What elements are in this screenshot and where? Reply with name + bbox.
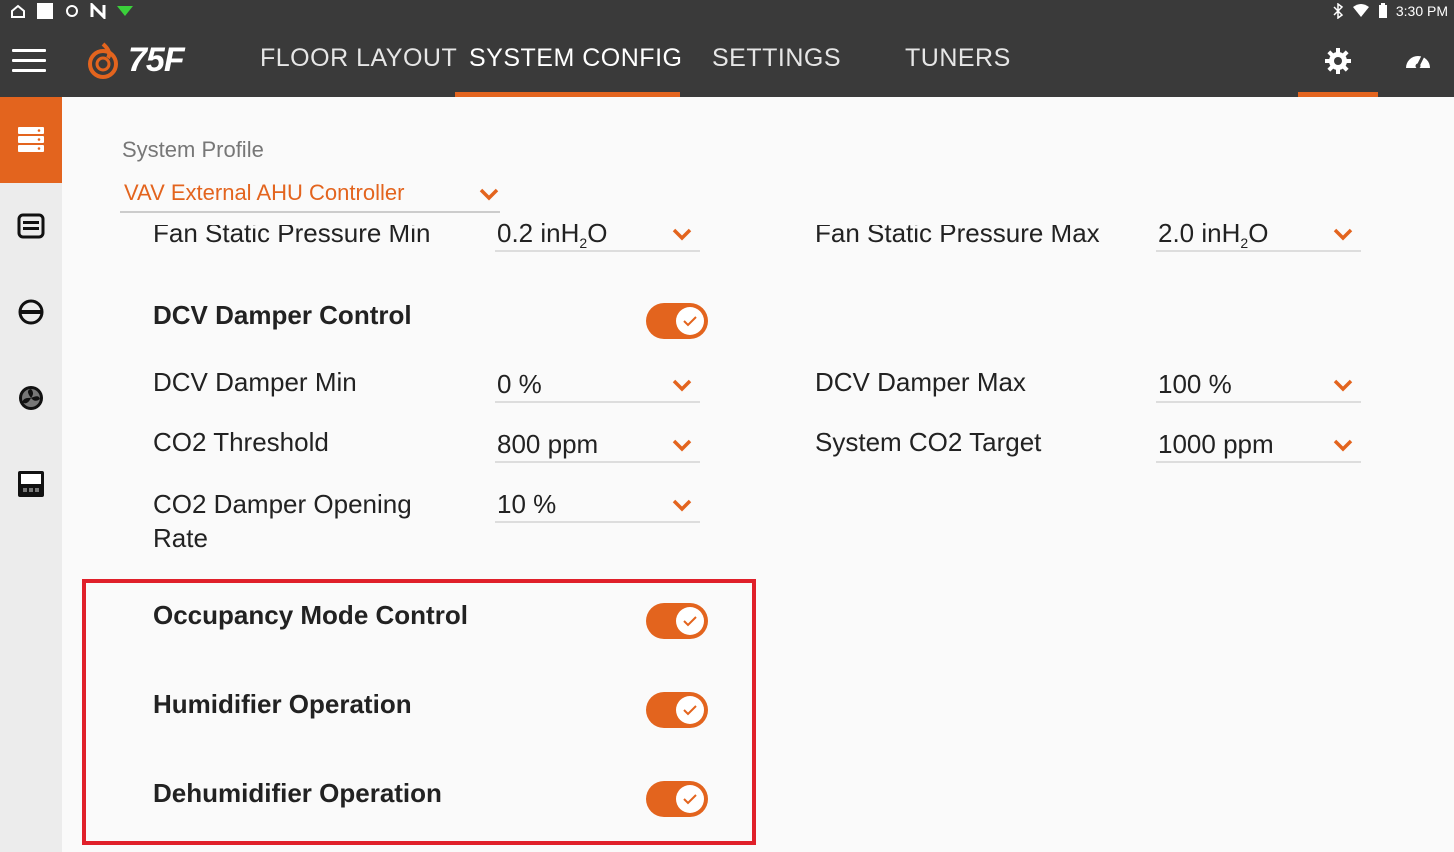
wifi-icon bbox=[1352, 4, 1369, 17]
toggle-knob bbox=[676, 307, 704, 335]
chevron-down-icon bbox=[1333, 379, 1353, 392]
tab-settings[interactable]: SETTINGS bbox=[712, 44, 841, 73]
check-icon bbox=[683, 794, 697, 805]
tab-system-config[interactable]: SYSTEM CONFIG bbox=[469, 44, 682, 73]
dashboard-gauge-icon[interactable] bbox=[1403, 46, 1433, 76]
server-stack-icon bbox=[18, 127, 44, 152]
humidifier-toggle[interactable] bbox=[646, 692, 708, 728]
fan-icon bbox=[19, 386, 43, 410]
co2-threshold-dropdown[interactable]: 800 ppm bbox=[495, 427, 700, 463]
chevron-down-icon bbox=[1333, 439, 1353, 452]
dcv-damper-max-value: 100 % bbox=[1158, 369, 1232, 399]
home-icon bbox=[11, 4, 25, 18]
brand-logo: 75F bbox=[84, 40, 185, 80]
dehumidifier-toggle[interactable] bbox=[646, 781, 708, 817]
dcv-damper-control-label: DCV Damper Control bbox=[153, 300, 412, 330]
system-co2-target-value: 1000 ppm bbox=[1158, 429, 1274, 459]
co2-threshold-value: 800 ppm bbox=[497, 429, 599, 459]
tab-tuners[interactable]: TUNERS bbox=[905, 44, 1011, 73]
chevron-down-icon bbox=[672, 499, 692, 512]
toggle-knob bbox=[676, 785, 704, 813]
system-co2-target-dropdown[interactable]: 1000 ppm bbox=[1156, 427, 1361, 463]
system-config-content: System Profile VAV External AHU Controll… bbox=[62, 97, 1454, 852]
occupancy-mode-label: Occupancy Mode Control bbox=[153, 600, 468, 630]
status-bar: 3:30 PM bbox=[0, 0, 1454, 24]
fan-static-min-label: Fan Static Pressure Min bbox=[153, 218, 431, 248]
damper-icon bbox=[18, 299, 44, 325]
flame-logo-icon bbox=[88, 42, 118, 79]
fan-static-max-value: 2.0 inH2O bbox=[1158, 218, 1269, 252]
chevron-down-icon bbox=[479, 188, 499, 201]
dcv-damper-min-label: DCV Damper Min bbox=[153, 367, 357, 397]
controller-box-icon bbox=[18, 471, 44, 497]
dcv-damper-min-value: 0 % bbox=[497, 369, 542, 399]
co2-opening-rate-label: CO2 Damper Opening Rate bbox=[153, 487, 412, 555]
left-rail bbox=[0, 97, 62, 852]
chevron-down-icon bbox=[672, 439, 692, 452]
rail-item-controller[interactable] bbox=[0, 441, 62, 527]
dcv-damper-max-label: DCV Damper Max bbox=[815, 367, 1026, 397]
menu-icon[interactable] bbox=[12, 49, 46, 73]
humidifier-label: Humidifier Operation bbox=[153, 689, 412, 719]
dcv-damper-max-dropdown[interactable]: 100 % bbox=[1156, 367, 1361, 403]
rail-item-equipment[interactable] bbox=[0, 183, 62, 269]
logo-text: 75F bbox=[128, 40, 185, 79]
rail-item-system-profile[interactable] bbox=[0, 97, 62, 183]
dehumidifier-label: Dehumidifier Operation bbox=[153, 778, 442, 808]
rail-item-damper[interactable] bbox=[0, 269, 62, 355]
system-co2-target-label: System CO2 Target bbox=[815, 427, 1042, 457]
toggle-knob bbox=[676, 607, 704, 635]
fan-static-max-dropdown[interactable]: 2.0 inH2O bbox=[1156, 218, 1361, 252]
co2-opening-rate-label-line2: Rate bbox=[153, 523, 208, 553]
top-navigation: 75F FLOOR LAYOUT SYSTEM CONFIG SETTINGS … bbox=[0, 24, 1454, 97]
check-icon bbox=[683, 705, 697, 716]
square-icon bbox=[37, 3, 53, 19]
battery-icon bbox=[1378, 3, 1387, 18]
co2-opening-rate-value: 10 % bbox=[497, 489, 557, 519]
nfc-icon bbox=[90, 3, 106, 19]
download-icon bbox=[117, 6, 133, 16]
status-time: 3:30 PM bbox=[1395, 3, 1448, 19]
status-icons-left bbox=[10, 2, 134, 20]
gear-icon[interactable] bbox=[1323, 46, 1353, 76]
fan-static-max-label: Fan Static Pressure Max bbox=[815, 218, 1100, 248]
chevron-down-icon bbox=[672, 228, 692, 241]
dcv-damper-min-dropdown[interactable]: 0 % bbox=[495, 367, 700, 403]
toggle-knob bbox=[676, 696, 704, 724]
fan-static-min-value: 0.2 inH2O bbox=[497, 218, 608, 252]
bluetooth-icon bbox=[1333, 3, 1344, 19]
rail-item-fan[interactable] bbox=[0, 355, 62, 441]
check-icon bbox=[683, 316, 697, 327]
chevron-down-icon bbox=[1333, 228, 1353, 241]
system-profile-value: VAV External AHU Controller bbox=[124, 180, 405, 205]
system-profile-label: System Profile bbox=[122, 137, 264, 162]
status-icons-right: 3:30 PM bbox=[1332, 3, 1448, 19]
dcv-damper-control-toggle[interactable] bbox=[646, 303, 708, 339]
system-profile-dropdown[interactable]: VAV External AHU Controller bbox=[120, 177, 500, 213]
occupancy-mode-toggle[interactable] bbox=[646, 603, 708, 639]
tab-floor-layout[interactable]: FLOOR LAYOUT bbox=[260, 44, 457, 73]
co2-opening-rate-dropdown[interactable]: 10 % bbox=[495, 487, 700, 523]
co2-opening-rate-label-line1: CO2 Damper Opening bbox=[153, 489, 412, 519]
check-icon bbox=[683, 616, 697, 627]
sync-icon bbox=[66, 5, 78, 17]
co2-threshold-label: CO2 Threshold bbox=[153, 427, 329, 457]
fan-static-min-dropdown[interactable]: 0.2 inH2O bbox=[495, 218, 700, 252]
app-root: 3:30 PM 75F FLOOR LAYOUT SYSTEM CONFIG S… bbox=[0, 0, 1454, 852]
unit-icon bbox=[17, 213, 45, 239]
chevron-down-icon bbox=[672, 379, 692, 392]
